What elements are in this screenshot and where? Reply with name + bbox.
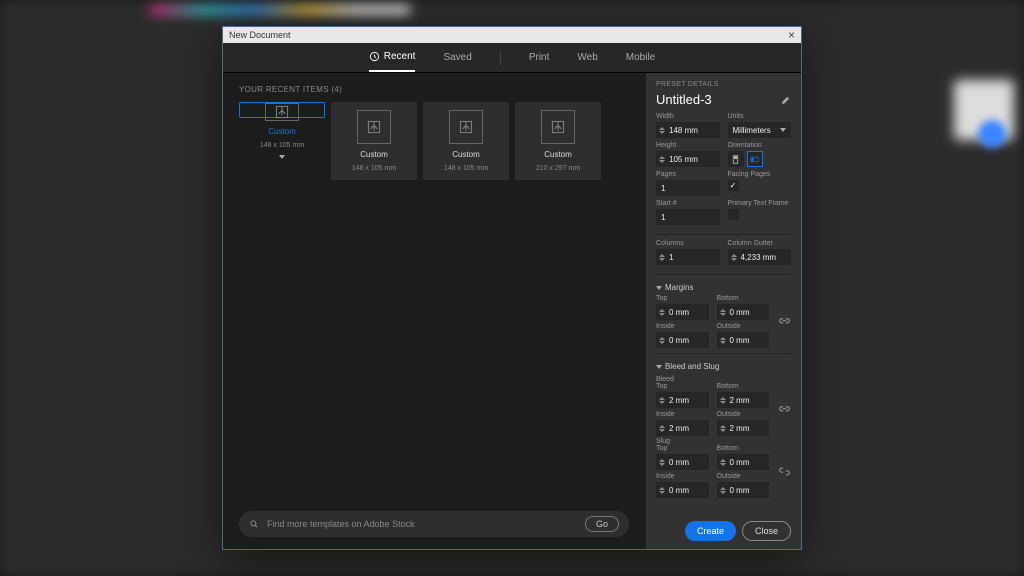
tab-divider — [500, 51, 501, 65]
card-name: Custom — [268, 127, 296, 136]
preset-card[interactable]: Custom148 x 105 mm — [239, 102, 325, 118]
units-label: Units — [728, 113, 792, 120]
tab-recent[interactable]: Recent — [369, 43, 416, 72]
slug-label: Slug — [656, 438, 791, 445]
tab-print[interactable]: Print — [529, 43, 550, 72]
search-icon — [249, 519, 259, 529]
page-icon — [265, 103, 299, 121]
orientation-portrait[interactable] — [728, 151, 744, 167]
document-title[interactable]: Untitled-3 — [656, 92, 712, 107]
stock-search[interactable]: Find more templates on Adobe Stock Go — [239, 511, 629, 537]
facing-pages-label: Facing Pages — [728, 171, 792, 178]
tab-saved[interactable]: Saved — [443, 43, 471, 72]
margin-outside[interactable]: 0 mm — [717, 332, 770, 348]
slug-top[interactable]: 0 mm — [656, 454, 709, 470]
preset-details-panel: PRESET DETAILS Untitled-3 Width 148 mm U… — [645, 73, 801, 549]
primary-text-frame-checkbox[interactable] — [728, 209, 739, 220]
card-name: Custom — [452, 150, 480, 159]
start-input[interactable]: 1 — [656, 209, 720, 225]
bleed-bottom[interactable]: 2 mm — [717, 392, 770, 408]
page-icon — [541, 110, 575, 144]
slug-bottom[interactable]: 0 mm — [717, 454, 770, 470]
search-placeholder: Find more templates on Adobe Stock — [267, 519, 415, 529]
bleed-inside[interactable]: 2 mm — [656, 420, 709, 436]
preset-cards: Custom 148 x 105 mm Custom 148 x 105 mm Cust… — [239, 102, 629, 180]
width-label: Width — [656, 113, 720, 120]
card-dim: 148 x 105 mm — [260, 142, 304, 149]
search-go-button[interactable]: Go — [585, 516, 619, 532]
clock-icon — [369, 51, 380, 62]
columns-label: Columns — [656, 240, 720, 247]
recent-items-label: YOUR RECENT ITEMS (4) — [239, 85, 629, 94]
pages-label: Pages — [656, 171, 720, 178]
card-dim: 210 x 297 mm — [536, 165, 580, 172]
tab-mobile[interactable]: Mobile — [626, 43, 655, 72]
card-dim: 148 x 105 mm — [444, 165, 488, 172]
gutter-label: Column Gutter — [728, 240, 792, 247]
close-button[interactable]: Close — [742, 521, 791, 541]
width-input[interactable]: 148 mm — [656, 122, 720, 138]
orientation-landscape[interactable] — [747, 151, 763, 167]
pages-input[interactable]: 1 — [656, 180, 720, 196]
bleed-top[interactable]: 2 mm — [656, 392, 709, 408]
gutter-input[interactable]: 4,233 mm — [728, 249, 792, 265]
card-name: Custom — [544, 150, 572, 159]
page-icon — [357, 110, 391, 144]
margin-top[interactable]: 0 mm — [656, 304, 709, 320]
bleed-label: Bleed — [656, 376, 791, 383]
create-button[interactable]: Create — [685, 521, 736, 541]
card-name: Custom — [360, 150, 388, 159]
bleed-outside[interactable]: 2 mm — [717, 420, 770, 436]
titlebar: New Document × — [223, 27, 801, 43]
new-document-dialog: New Document × Recent Saved Print Web Mo… — [222, 26, 802, 550]
units-select[interactable]: Millimeters — [728, 122, 792, 138]
category-tabs: Recent Saved Print Web Mobile — [223, 43, 801, 73]
page-icon — [449, 110, 483, 144]
orientation-label: Orientation — [728, 142, 792, 149]
preset-card[interactable]: Custom 210 x 297 mm — [515, 102, 601, 180]
tab-web[interactable]: Web — [577, 43, 597, 72]
preset-card[interactable]: Custom 148 x 105 mm — [423, 102, 509, 180]
edit-title-icon[interactable] — [781, 95, 791, 105]
height-input[interactable]: 105 mm — [656, 151, 720, 167]
card-dim: 148 x 105 mm — [352, 165, 396, 172]
preset-grid-panel: YOUR RECENT ITEMS (4) Custom 148 x 105 mm… — [223, 73, 645, 549]
preset-details-label: PRESET DETAILS — [656, 81, 791, 88]
facing-pages-checkbox[interactable] — [728, 180, 739, 191]
link-bleed-icon[interactable] — [779, 404, 790, 415]
margin-bottom[interactable]: 0 mm — [717, 304, 770, 320]
margin-inside[interactable]: 0 mm — [656, 332, 709, 348]
bleed-slug-section[interactable]: Bleed and Slug — [656, 362, 791, 371]
height-label: Height — [656, 142, 720, 149]
dialog-title: New Document — [229, 30, 291, 40]
columns-input[interactable]: 1 — [656, 249, 720, 265]
link-slug-icon[interactable] — [779, 466, 790, 477]
slug-outside[interactable]: 0 mm — [717, 482, 770, 498]
preset-card[interactable]: Custom 148 x 105 mm — [331, 102, 417, 180]
margins-section[interactable]: Margins — [656, 283, 791, 292]
tab-recent-label: Recent — [384, 51, 416, 62]
link-margins-icon[interactable] — [779, 316, 790, 327]
close-icon[interactable]: × — [788, 29, 795, 41]
start-label: Start # — [656, 200, 720, 207]
slug-inside[interactable]: 0 mm — [656, 482, 709, 498]
primary-text-frame-label: Primary Text Frame — [728, 200, 792, 207]
